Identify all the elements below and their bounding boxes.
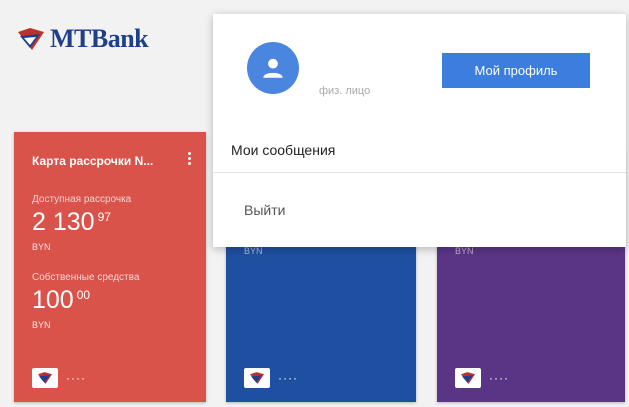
mtbank-logo[interactable]: MTBank xyxy=(16,24,149,54)
installment-card[interactable]: Карта рассрочки N... Доступная рассрочка… xyxy=(14,132,206,402)
installment-amount: 2 130 97 xyxy=(32,208,111,236)
card-currency: BYN xyxy=(455,246,474,256)
more-vertical-icon[interactable] xyxy=(186,152,192,165)
card-title: Карта рассрочки N... xyxy=(32,154,154,168)
mtbank-logo-icon xyxy=(244,368,270,388)
avatar[interactable] xyxy=(247,42,299,94)
user-type-label: физ. лицо xyxy=(319,85,371,97)
mtbank-logo-icon xyxy=(455,368,481,388)
divider xyxy=(213,172,626,173)
card-footer: ···· xyxy=(244,368,298,388)
mtbank-logo-icon xyxy=(32,368,58,388)
own-funds-amount: 100 00 xyxy=(32,286,91,314)
card-currency: BYN xyxy=(244,246,263,256)
profile-dropdown: физ. лицо Мой профиль Мои сообщения Выйт… xyxy=(213,14,626,247)
card-number-masked: ···· xyxy=(66,371,86,385)
card-number-masked: ···· xyxy=(489,371,509,385)
menu-item-messages[interactable]: Мои сообщения xyxy=(231,142,335,158)
person-icon xyxy=(263,58,283,78)
own-funds-currency: BYN xyxy=(32,320,51,330)
card-number-masked: ···· xyxy=(278,371,298,385)
card-footer: ···· xyxy=(32,368,86,388)
logo-text: MTBank xyxy=(50,24,149,53)
mtbank-logo-icon xyxy=(18,28,44,50)
card-footer: ···· xyxy=(455,368,509,388)
menu-item-logout[interactable]: Выйти xyxy=(244,202,285,218)
my-profile-button[interactable]: Мой профиль xyxy=(442,53,590,88)
installment-label: Доступная рассрочка xyxy=(32,194,132,205)
installment-currency: BYN xyxy=(32,242,51,252)
own-funds-label: Собственные средства xyxy=(32,272,140,283)
